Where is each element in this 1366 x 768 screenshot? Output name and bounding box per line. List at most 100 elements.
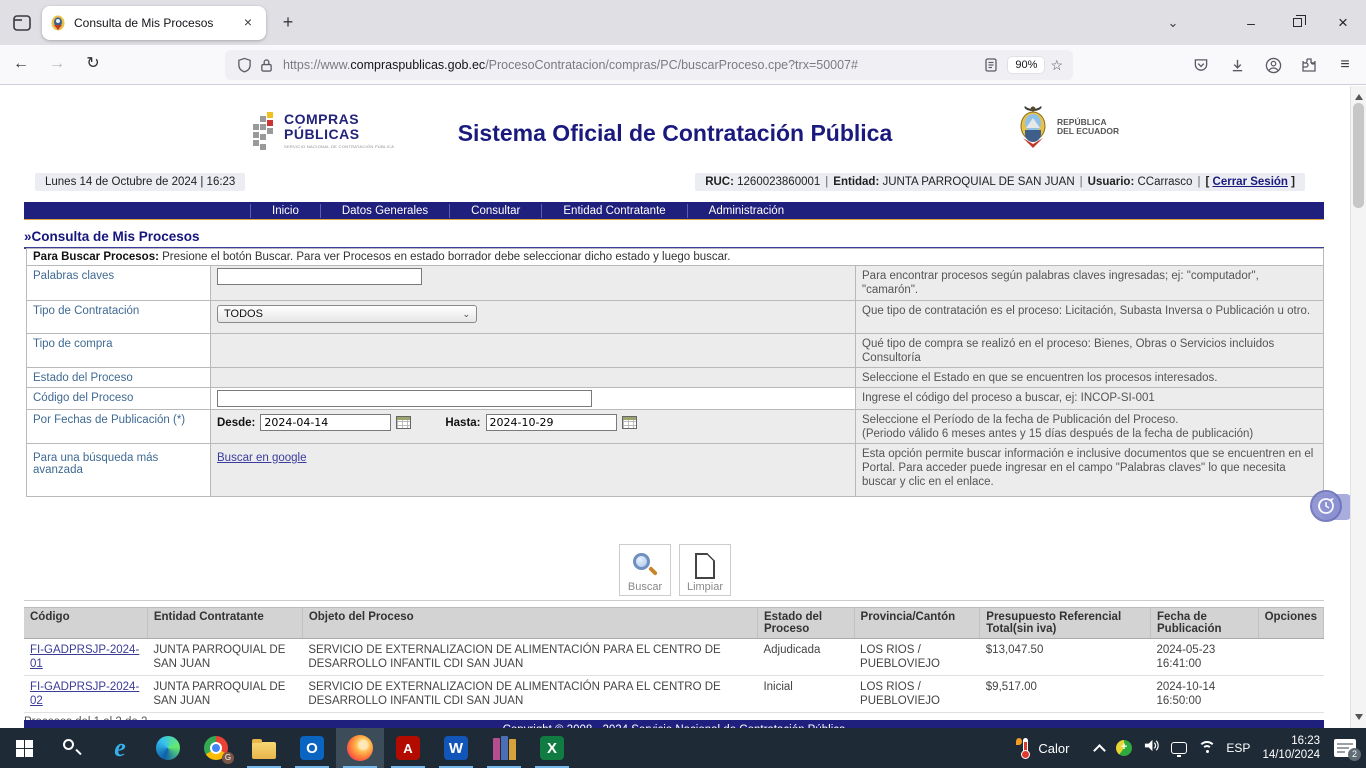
extensions-icon[interactable]	[1294, 50, 1324, 80]
language-indicator[interactable]: ESP	[1226, 741, 1250, 755]
results-section: Código Entidad Contratante Objeto del Pr…	[24, 607, 1324, 728]
firefox-view-icon[interactable]	[8, 9, 36, 37]
taskbar-ie[interactable]: e	[96, 728, 144, 768]
back-button[interactable]: ←	[6, 50, 36, 80]
codigo-proceso-input[interactable]	[217, 390, 592, 407]
estado-proceso-empty	[211, 368, 856, 388]
taskbar-outlook[interactable]: O	[288, 728, 336, 768]
usuario-label: Usuario:	[1088, 176, 1135, 188]
browser-tab[interactable]: Consulta de Mis Procesos ×	[42, 6, 266, 40]
extension-floating-badge[interactable]	[1310, 490, 1346, 524]
proceso-link[interactable]: FI-GADPRSJP-2024-01	[30, 644, 139, 670]
pocket-icon[interactable]	[1186, 50, 1216, 80]
buscar-google-link[interactable]: Buscar en google	[217, 452, 307, 464]
label-fechas-publicacion: Por Fechas de Publicación (*)	[27, 410, 211, 444]
cell-opciones	[1258, 639, 1323, 676]
cell-presupuesto: $13,047.50	[980, 639, 1151, 676]
col-presupuesto: Presupuesto Referencial Total(sin iva)	[980, 608, 1151, 639]
scrollbar-thumb[interactable]	[1353, 103, 1364, 208]
blank-page-icon	[695, 553, 715, 579]
weather-label[interactable]: Calor	[1038, 741, 1069, 756]
list-tabs-icon[interactable]: ⌄	[1158, 15, 1188, 31]
calendar-icon[interactable]	[622, 416, 637, 429]
url-text[interactable]: https://www.compraspublicas.gob.ec/Proce…	[283, 58, 980, 72]
taskbar-search-button[interactable]	[48, 728, 96, 768]
palabras-claves-input[interactable]	[217, 268, 422, 285]
url-path: /ProcesoContratacion/compras/PC/buscarPr…	[485, 58, 858, 72]
ruc-value: 1260023860001	[737, 176, 820, 188]
ec-line2: DEL ECUADOR	[1057, 127, 1119, 136]
tray-expand-icon[interactable]	[1094, 744, 1107, 757]
minimize-button[interactable]: –	[1228, 0, 1274, 45]
taskbar-clock[interactable]: 16:23 14/10/2024	[1262, 734, 1320, 762]
nav-item-datos-generales[interactable]: Datos Generales	[320, 204, 449, 218]
entidad-label: Entidad:	[833, 176, 879, 188]
nav-item-consultar[interactable]: Consultar	[449, 204, 541, 218]
buscar-button[interactable]: Buscar	[619, 544, 671, 596]
tab-close-icon[interactable]: ×	[238, 13, 258, 33]
account-icon[interactable]	[1258, 50, 1288, 80]
taskbar-winrar[interactable]	[480, 728, 528, 768]
nav-item-inicio[interactable]: Inicio	[250, 204, 320, 218]
menu-icon[interactable]: ≡	[1330, 50, 1360, 80]
close-window-button[interactable]: ×	[1320, 0, 1366, 45]
new-tab-button[interactable]: +	[274, 9, 302, 37]
col-fecha: Fecha de Publicación	[1151, 608, 1259, 639]
proceso-link[interactable]: FI-GADPRSJP-2024-02	[30, 681, 139, 707]
reader-mode-icon[interactable]	[980, 58, 1002, 72]
acrobat-icon: A	[396, 736, 420, 760]
usuario-value: CCarrasco	[1138, 176, 1193, 188]
wifi-icon[interactable]	[1198, 741, 1216, 755]
clock-icon	[1310, 490, 1342, 522]
lock-icon[interactable]	[255, 58, 277, 73]
taskbar-edge[interactable]	[144, 728, 192, 768]
zoom-level-badge[interactable]: 90%	[1008, 57, 1044, 73]
weather-temperature-icon[interactable]	[1018, 738, 1032, 758]
bookmark-star-icon[interactable]: ☆	[1050, 57, 1063, 74]
browser-toolbar: ← → ↻ https://www.compraspublicas.gob.ec…	[0, 45, 1366, 85]
nav-item-administracion[interactable]: Administración	[687, 204, 805, 218]
nav-item-entidad-contratante[interactable]: Entidad Contratante	[541, 204, 686, 218]
file-explorer-icon	[252, 742, 276, 759]
start-button[interactable]	[0, 728, 48, 768]
downloads-icon[interactable]	[1222, 50, 1252, 80]
tracking-shield-icon[interactable]	[233, 57, 255, 73]
antivirus-icon[interactable]	[1116, 740, 1132, 756]
taskbar-acrobat[interactable]: A	[384, 728, 432, 768]
help-estado: Seleccione el Estado en que se encuentre…	[856, 368, 1324, 388]
col-provincia: Provincia/Cantón	[854, 608, 980, 639]
fecha-hasta-input[interactable]	[486, 414, 617, 431]
taskbar-chrome[interactable]: G	[192, 728, 240, 768]
chrome-profile-badge: G	[222, 752, 234, 764]
vertical-scrollbar[interactable]	[1350, 86, 1366, 728]
forward-button[interactable]: →	[42, 50, 72, 80]
taskbar-firefox[interactable]	[336, 728, 384, 768]
ecuador-crest-icon	[1013, 104, 1053, 150]
scroll-down-icon[interactable]	[1355, 714, 1363, 724]
meet-now-icon[interactable]	[1171, 742, 1187, 754]
session-box: RUC: 1260023860001|Entidad: JUNTA PARROQ…	[695, 173, 1305, 191]
limpiar-button[interactable]: Limpiar	[679, 544, 731, 596]
label-estado-proceso: Estado del Proceso	[27, 368, 211, 388]
notification-center-icon[interactable]: 2	[1334, 739, 1356, 757]
tipo-contratacion-select[interactable]: TODOS⌄	[217, 305, 477, 323]
cell-entidad: JUNTA PARROQUIAL DE SAN JUAN	[147, 639, 302, 676]
reload-button[interactable]: ↻	[78, 50, 108, 80]
taskbar-explorer[interactable]	[240, 728, 288, 768]
cell-objeto: SERVICIO DE EXTERNALIZACION DE ALIMENTAC…	[302, 639, 757, 676]
scroll-up-icon[interactable]	[1355, 90, 1363, 100]
section-title: »Consulta de Mis Procesos	[24, 229, 1324, 249]
logout-link[interactable]: Cerrar Sesión	[1213, 176, 1288, 188]
restore-button[interactable]	[1274, 0, 1320, 45]
taskbar-word[interactable]: W	[432, 728, 480, 768]
site-header: COMPRAS PÚBLICAS SERVICIO NACIONAL DE CO…	[0, 94, 1350, 172]
calendar-icon[interactable]	[396, 416, 411, 429]
volume-icon[interactable]	[1143, 738, 1160, 758]
windows-taskbar: e G O A W X Calor ESP 16:23 14/10/2024 2	[0, 728, 1366, 768]
browser-tab-bar: Consulta de Mis Procesos × + ⌄ – ×	[0, 0, 1366, 45]
taskbar-excel[interactable]: X	[528, 728, 576, 768]
page-content: COMPRAS PÚBLICAS SERVICIO NACIONAL DE CO…	[0, 86, 1366, 728]
system-tray: Calor ESP 16:23 14/10/2024 2	[1018, 728, 1366, 768]
url-bar[interactable]: https://www.compraspublicas.gob.ec/Proce…	[225, 50, 1073, 80]
fecha-desde-input[interactable]	[260, 414, 391, 431]
